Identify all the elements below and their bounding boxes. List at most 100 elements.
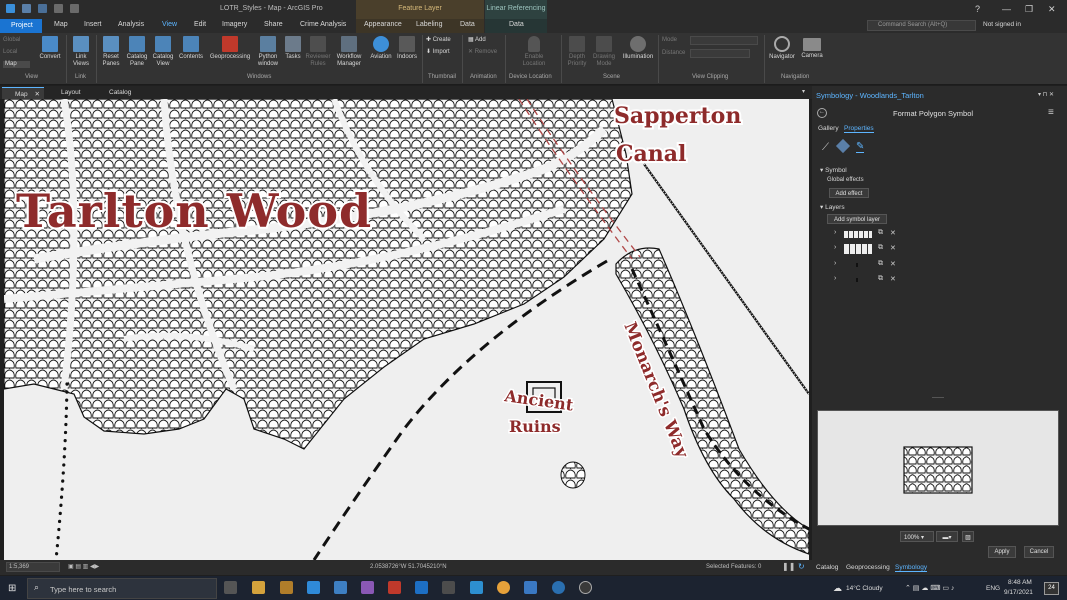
tab-properties[interactable]: Properties <box>844 125 874 133</box>
reset-panes-button[interactable]: Reset Panes <box>98 36 124 68</box>
tab-map-view[interactable]: Map ✕ <box>2 87 44 99</box>
tab-map[interactable]: Map <box>54 21 68 28</box>
pane-options-icon[interactable]: ▾ ⊓ ✕ <box>1038 91 1054 98</box>
clip-distance-input[interactable] <box>690 49 750 58</box>
menu-icon[interactable]: ≡ <box>1048 107 1054 118</box>
tab-labeling[interactable]: Labeling <box>416 21 442 28</box>
tab-data[interactable]: Data <box>460 21 475 28</box>
app-icon[interactable] <box>552 581 565 594</box>
view-local-button[interactable]: Local <box>3 49 17 56</box>
map-view[interactable]: Tarlton Wood Sapperton Canal Ancient Rui… <box>4 99 809 560</box>
clock-time[interactable]: 8:48 AM <box>1008 579 1032 586</box>
new-icon[interactable] <box>22 4 31 13</box>
help-icon[interactable]: ? <box>975 4 980 14</box>
chevron-down-icon[interactable]: ▾ <box>802 88 805 95</box>
layers-section[interactable]: ▾ Layers <box>820 203 845 211</box>
chevron-right-icon[interactable]: › <box>834 260 836 267</box>
tab-catalog-view[interactable]: Catalog <box>96 87 135 99</box>
language-indicator[interactable]: ENG <box>986 585 1000 592</box>
wrench-icon[interactable]: ✎ <box>856 141 865 153</box>
tab-project[interactable]: Project <box>0 19 42 33</box>
vscode-icon[interactable] <box>307 581 320 594</box>
catalog-view-button[interactable]: Catalog View <box>150 36 176 68</box>
contents-button[interactable]: Contents <box>177 36 205 61</box>
symbol-layer-row[interactable]: › ⧉ ✕ <box>834 244 914 256</box>
clock-date[interactable]: 9/17/2021 <box>1004 589 1033 596</box>
animation-remove-button[interactable]: ✕ Remove <box>468 49 497 56</box>
tab-crime-analysis[interactable]: Crime Analysis <box>300 21 346 28</box>
enable-location-button[interactable]: Enable Location <box>515 36 553 68</box>
redo-icon[interactable] <box>70 4 79 13</box>
notifications-badge[interactable]: 24 <box>1044 582 1059 595</box>
indoors-button[interactable]: Indoors <box>395 36 419 61</box>
delete-icon[interactable]: ✕ <box>890 244 896 252</box>
app-icon[interactable] <box>524 581 537 594</box>
back-icon[interactable]: ← <box>817 108 827 118</box>
pause-icon[interactable]: ❚❚ <box>782 562 795 571</box>
tasks-button[interactable]: Tasks <box>282 36 304 61</box>
tab-insert[interactable]: Insert <box>84 21 102 28</box>
save-icon[interactable] <box>38 4 47 13</box>
start-icon[interactable]: ⊞ <box>8 583 16 594</box>
app-icon[interactable] <box>388 581 401 594</box>
bottom-tab-catalog[interactable]: Catalog <box>816 564 838 571</box>
copy-icon[interactable]: ⧉ <box>878 244 883 252</box>
copy-icon[interactable]: ⧉ <box>878 260 883 268</box>
signin-status[interactable]: Not signed in <box>983 21 1021 28</box>
bottom-tab-symbology[interactable]: Symbology <box>895 564 928 572</box>
close-icon[interactable]: ✕ <box>1048 4 1056 15</box>
clip-mode-select[interactable] <box>690 36 758 45</box>
add-effect-button[interactable]: Add effect <box>829 188 869 198</box>
drawing-mode-button[interactable]: Drawing Mode <box>590 36 618 68</box>
add-symbol-layer-button[interactable]: Add symbol layer <box>827 214 887 224</box>
minimize-icon[interactable]: — <box>1002 4 1011 14</box>
view-map-button[interactable]: Map <box>3 61 30 68</box>
arcgis-pro-icon[interactable] <box>334 581 347 594</box>
grid-toggle-icon[interactable]: ▨ <box>962 531 974 542</box>
camera-button[interactable]: Camera <box>799 36 825 60</box>
symbol-section[interactable]: ▾ Symbol <box>820 166 847 174</box>
scale-select[interactable]: 1:5,369 <box>6 562 60 572</box>
command-search-input[interactable]: Command Search (Alt+Q) <box>867 20 976 31</box>
app-icon[interactable] <box>442 581 455 594</box>
convert-button[interactable]: Convert <box>36 36 64 61</box>
cancel-button[interactable]: Cancel <box>1024 546 1054 558</box>
tab-layout-view[interactable]: Layout <box>48 87 85 99</box>
delete-icon[interactable]: ✕ <box>890 229 896 237</box>
chevron-right-icon[interactable]: › <box>834 275 836 282</box>
thumbnail-import-button[interactable]: ⬇ Import <box>426 49 450 56</box>
task-view-icon[interactable] <box>224 581 237 594</box>
symbol-layer-row[interactable]: › ⧉ ✕ <box>834 260 914 272</box>
apply-button[interactable]: Apply <box>988 546 1016 558</box>
taskbar-search-input[interactable]: Type here to search <box>27 578 217 599</box>
tab-appearance[interactable]: Appearance <box>364 21 402 28</box>
tab-data-linear[interactable]: Data <box>509 21 524 28</box>
splitter-handle[interactable] <box>932 397 944 398</box>
copy-icon[interactable]: ⧉ <box>878 275 883 283</box>
copy-icon[interactable]: ⧉ <box>878 229 883 237</box>
tab-gallery[interactable]: Gallery <box>818 125 839 132</box>
chrome-icon[interactable] <box>497 581 510 594</box>
refresh-icon[interactable]: ↻ <box>798 562 805 571</box>
thumbnail-create-button[interactable]: ✚ Create <box>426 37 451 44</box>
animation-add-button[interactable]: ▦ Add <box>468 37 486 44</box>
bottom-tab-geoprocessing[interactable]: Geoprocessing <box>846 564 890 571</box>
link-views-button[interactable]: Link Views <box>68 36 94 68</box>
app-icon[interactable] <box>470 581 483 594</box>
background-select[interactable]: ▬▾ <box>936 531 958 542</box>
system-tray-icons[interactable]: ⌃ ▤ ☁ ⌨ ▭ ♪ <box>905 584 954 592</box>
selected-features-count[interactable]: Selected Features: 0 <box>706 564 761 570</box>
aviation-button[interactable]: Aviation <box>367 36 395 61</box>
geoprocessing-button[interactable]: Geoprocessing <box>207 36 253 61</box>
close-icon[interactable]: ✕ <box>34 91 39 98</box>
tab-share[interactable]: Share <box>264 21 283 28</box>
navigator-button[interactable]: Navigator <box>767 36 797 61</box>
reviewer-rules-button[interactable]: Reviewer Rules <box>304 36 332 68</box>
python-window-button[interactable]: Python window <box>255 36 281 68</box>
weather-text[interactable]: 14°C Cloudy <box>846 585 883 592</box>
undo-icon[interactable] <box>54 4 63 13</box>
status-tools-icon[interactable]: ▣ ▤ ▥ ◀▶ <box>68 563 99 570</box>
depth-priority-button[interactable]: Depth Priority <box>564 36 590 68</box>
catalog-pane-button[interactable]: Catalog Pane <box>124 36 150 68</box>
symbol-layer-row[interactable]: › ⧉ ✕ <box>834 229 914 241</box>
